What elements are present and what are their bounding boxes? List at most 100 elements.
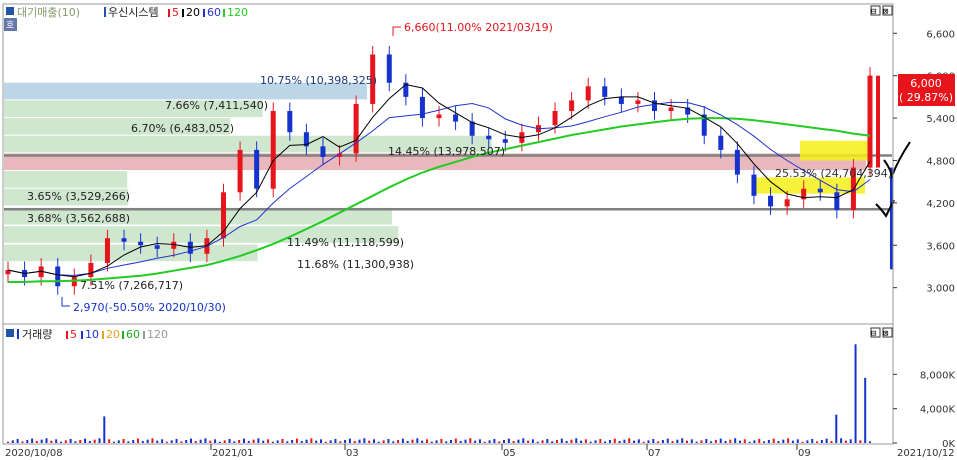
volume-bar bbox=[98, 438, 101, 443]
volume-bar bbox=[103, 416, 106, 443]
volume-bar bbox=[247, 441, 250, 443]
legend-vma60-swatch bbox=[122, 331, 124, 339]
candle-body bbox=[602, 86, 608, 97]
y-tick-label: 3,600 bbox=[926, 241, 955, 252]
volume-panel-icon[interactable] bbox=[6, 329, 14, 337]
volume-bar bbox=[324, 441, 327, 443]
volume-bar bbox=[392, 441, 395, 443]
volume-bar bbox=[344, 439, 347, 443]
volume-bar bbox=[141, 441, 144, 443]
volume-bar bbox=[869, 441, 871, 443]
volume-bar bbox=[450, 439, 453, 443]
legend-symbol-label: 우신시스템 bbox=[108, 6, 159, 19]
volume-bar bbox=[146, 439, 149, 443]
volume-bar bbox=[666, 438, 669, 443]
volume-bar bbox=[372, 439, 375, 443]
volume-bar bbox=[430, 441, 433, 443]
volume-bar bbox=[377, 441, 380, 443]
volume-bar bbox=[339, 441, 342, 443]
volume-bar bbox=[671, 441, 674, 443]
volume-bar bbox=[661, 439, 664, 443]
candle-body bbox=[453, 114, 459, 122]
volume-bar bbox=[854, 344, 857, 443]
volume-bar bbox=[397, 439, 400, 443]
volume-bar bbox=[218, 441, 221, 443]
volume-bar bbox=[334, 438, 337, 443]
volume-bar bbox=[271, 441, 274, 443]
candle-body bbox=[868, 75, 873, 168]
volume-bar bbox=[835, 414, 838, 443]
volume-bar bbox=[170, 440, 173, 443]
volume-bar bbox=[387, 438, 390, 443]
highlight-box bbox=[800, 140, 868, 161]
legend-vma10-swatch bbox=[81, 331, 83, 339]
volume-bar bbox=[738, 440, 741, 443]
volume-bar bbox=[329, 440, 332, 443]
x-tick-label: 07 bbox=[648, 448, 661, 459]
legend-separator bbox=[104, 7, 106, 17]
volume-bar bbox=[840, 438, 843, 443]
volume-bar bbox=[772, 438, 775, 443]
volume-bar bbox=[276, 440, 279, 443]
volume-bar bbox=[233, 441, 236, 443]
volume-bar bbox=[729, 439, 732, 443]
volume-bar bbox=[599, 438, 602, 443]
panel-sub-icon-glyph: 호 bbox=[6, 20, 14, 31]
volume-bar bbox=[382, 440, 385, 443]
volume-bar bbox=[488, 440, 491, 443]
volume-bar bbox=[406, 441, 409, 443]
volume-bar bbox=[464, 439, 467, 443]
candle-body bbox=[121, 238, 127, 242]
volume-bar bbox=[440, 438, 443, 443]
candle-body bbox=[784, 199, 790, 207]
volume-bar bbox=[604, 441, 607, 443]
volume-bar bbox=[642, 441, 645, 443]
volume-bar bbox=[64, 440, 67, 443]
volume-bar bbox=[194, 441, 197, 443]
volume-bar bbox=[623, 439, 626, 443]
volume-bar bbox=[401, 438, 404, 443]
vp-label: 11.68% (11,300,938) bbox=[297, 258, 414, 271]
volume-bar bbox=[127, 441, 130, 443]
volume-bar bbox=[767, 439, 770, 443]
volume-bar bbox=[74, 441, 77, 443]
volume-bar bbox=[320, 439, 323, 443]
volume-bar bbox=[791, 440, 794, 443]
panel-menu-icon[interactable] bbox=[6, 7, 14, 15]
volume-bar bbox=[690, 439, 693, 443]
volume-profile-bar bbox=[4, 244, 258, 262]
volume-y-tick-label: 4,000K bbox=[920, 405, 956, 416]
volume-bar bbox=[652, 438, 655, 443]
legend-ma120-swatch bbox=[223, 9, 225, 17]
y-tick-label: 4,200 bbox=[926, 199, 955, 210]
volume-bar bbox=[257, 438, 260, 443]
volume-bar bbox=[637, 439, 640, 443]
x-tick-label: 03 bbox=[346, 448, 359, 459]
candle-body bbox=[237, 149, 243, 193]
candle-body bbox=[88, 262, 94, 278]
volume-bar bbox=[122, 438, 125, 443]
volume-bar bbox=[474, 440, 477, 443]
volume-bar bbox=[580, 440, 583, 443]
volume-bar bbox=[69, 438, 72, 443]
legend-vma60: 60 bbox=[126, 328, 140, 341]
volume-bar bbox=[165, 441, 168, 443]
volume-bar bbox=[686, 440, 689, 443]
volume-bar bbox=[527, 440, 530, 443]
volume-bar bbox=[228, 438, 231, 443]
volume-bar bbox=[743, 439, 746, 443]
volume-bar bbox=[281, 438, 284, 443]
volume-plot-area[interactable] bbox=[4, 325, 892, 443]
volume-bar bbox=[618, 441, 621, 443]
legend-vma20: 20 bbox=[106, 328, 120, 341]
volume-bar bbox=[11, 440, 14, 443]
maximize-icon: ⊠ bbox=[883, 7, 888, 17]
volume-bar bbox=[734, 438, 737, 443]
volume-bar bbox=[358, 439, 361, 443]
current-price-tag: 6,000 ( 29.87%) bbox=[898, 74, 955, 106]
legend-ma60: 60 bbox=[207, 6, 221, 19]
volume-bar bbox=[108, 439, 111, 443]
volume-bar bbox=[748, 441, 751, 443]
volume-bar bbox=[710, 441, 713, 443]
current-price-change: ( 29.87%) bbox=[899, 91, 953, 104]
